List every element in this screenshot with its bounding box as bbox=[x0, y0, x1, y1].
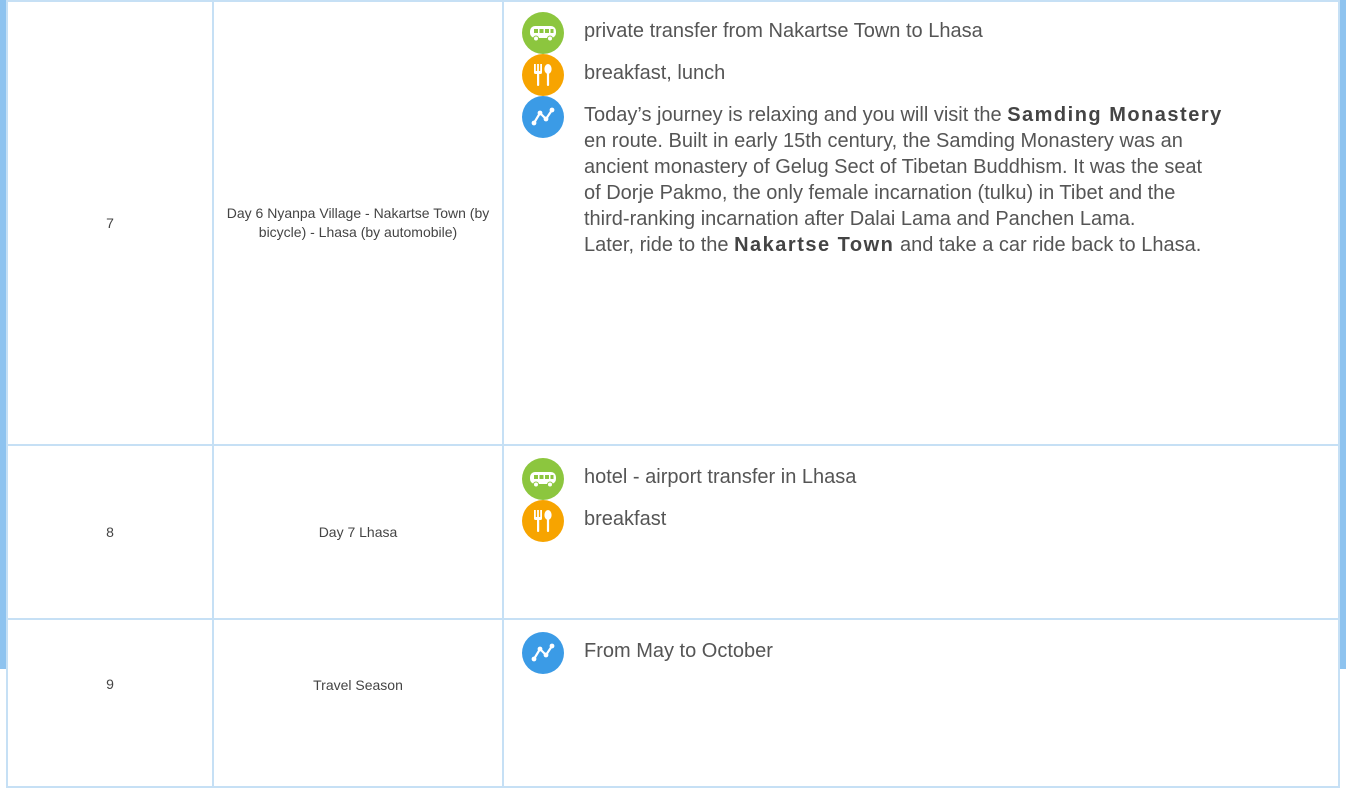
transport-entry: hotel - airport transfer in Lhasa bbox=[522, 464, 1324, 500]
table-row: 8 Day 7 Lhasa bbox=[7, 445, 1339, 619]
transport-text: hotel - airport transfer in Lhasa bbox=[584, 464, 856, 490]
meals-text: breakfast, lunch bbox=[584, 60, 725, 86]
day-title: Day 7 Lhasa bbox=[213, 445, 503, 619]
table-row: 9 Travel Season Fro bbox=[7, 619, 1339, 787]
itinerary-paragraph: Today’s journey is relaxing and you will… bbox=[584, 102, 1224, 232]
itinerary-table: 7 Day 6 Nyanpa Village - Nakartse Town (… bbox=[0, 0, 1346, 669]
meals-text: breakfast bbox=[584, 506, 666, 532]
season-title: Travel Season bbox=[213, 619, 503, 787]
row-number: 7 bbox=[7, 1, 213, 445]
transport-entry: private transfer from Nakartse Town to L… bbox=[522, 18, 1324, 54]
itinerary-entry: Today’s journey is relaxing and you will… bbox=[522, 102, 1324, 258]
day-details: private transfer from Nakartse Town to L… bbox=[503, 1, 1339, 445]
itinerary-text-part: Today’s journey is relaxing and you will… bbox=[584, 104, 1007, 126]
day-details: hotel - airport transfer in Lhasa bbox=[503, 445, 1339, 619]
bus-icon bbox=[522, 458, 564, 500]
fork-spoon-icon bbox=[522, 54, 564, 96]
table-row: 7 Day 6 Nyanpa Village - Nakartse Town (… bbox=[7, 1, 1339, 445]
itinerary-text-part: en route. Built in early 15th century, t… bbox=[584, 130, 1202, 230]
itinerary-grid: 7 Day 6 Nyanpa Village - Nakartse Town (… bbox=[6, 0, 1340, 788]
bus-icon bbox=[522, 12, 564, 54]
row-number: 9 bbox=[7, 619, 213, 787]
route-icon bbox=[522, 632, 564, 674]
transport-text: private transfer from Nakartse Town to L… bbox=[584, 18, 983, 44]
itinerary-text-part: and take a car ride back to Lhasa. bbox=[894, 234, 1201, 256]
meals-entry: breakfast bbox=[522, 506, 1324, 542]
season-text: From May to October bbox=[584, 638, 773, 664]
nakartse-town-highlight: Nakartse Town bbox=[734, 234, 894, 256]
day-title: Day 6 Nyanpa Village - Nakartse Town (by… bbox=[213, 1, 503, 445]
route-icon bbox=[522, 96, 564, 138]
itinerary-text: Today’s journey is relaxing and you will… bbox=[584, 102, 1224, 258]
itinerary-text-part: Later, ride to the bbox=[584, 234, 734, 256]
meals-entry: breakfast, lunch bbox=[522, 60, 1324, 96]
samding-monastery-highlight: Samding Monastery bbox=[1007, 104, 1223, 126]
season-details: From May to October bbox=[503, 619, 1339, 787]
fork-spoon-icon bbox=[522, 500, 564, 542]
row-number: 8 bbox=[7, 445, 213, 619]
itinerary-paragraph: Later, ride to the Nakartse Town and tak… bbox=[584, 232, 1224, 258]
